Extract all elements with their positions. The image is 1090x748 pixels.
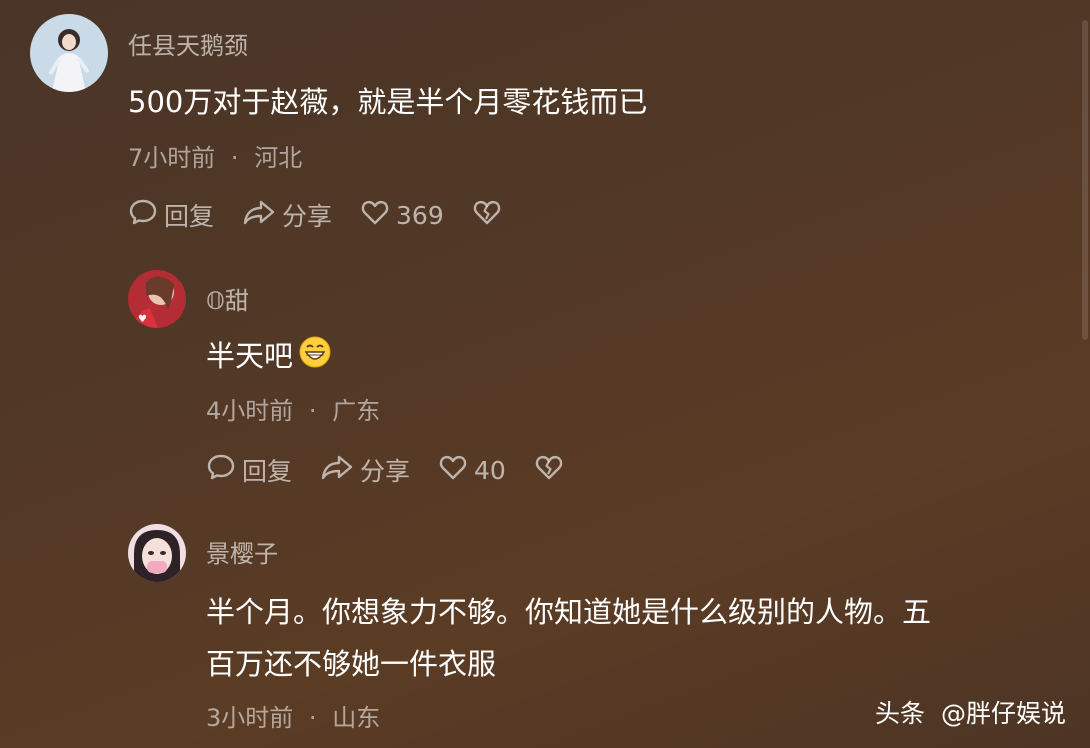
location: 山东 bbox=[332, 704, 381, 732]
comment-meta: 3小时前 · 山东 bbox=[206, 698, 380, 733]
reply-button[interactable]: 回复 bbox=[206, 452, 292, 488]
grinning-face-emoji bbox=[299, 332, 331, 384]
location: 河北 bbox=[254, 144, 303, 172]
svg-text:♥: ♥ bbox=[138, 314, 147, 325]
comment-text-content: 半天吧 bbox=[206, 339, 294, 373]
comment-meta: 7小时前 · 河北 bbox=[128, 138, 302, 173]
dislike-button[interactable] bbox=[534, 452, 570, 488]
watermark-account: @胖仔娱说 bbox=[940, 699, 1066, 728]
location: 广东 bbox=[332, 397, 381, 425]
avatar[interactable] bbox=[128, 524, 186, 582]
share-icon bbox=[320, 452, 360, 488]
reply-label: 回复 bbox=[164, 202, 215, 231]
share-label: 分享 bbox=[360, 457, 411, 486]
dislike-button[interactable] bbox=[472, 197, 508, 233]
action-bar: 回复 分享 40 bbox=[206, 452, 598, 488]
username[interactable]: 任县天鹅颈 bbox=[128, 26, 248, 61]
timestamp: 7小时前 bbox=[128, 144, 216, 172]
broken-heart-icon bbox=[534, 452, 570, 488]
timestamp: 4小时前 bbox=[206, 397, 294, 425]
comment-text: 半天吧 bbox=[206, 330, 331, 384]
avatar[interactable] bbox=[30, 14, 108, 92]
heart-icon bbox=[360, 197, 396, 233]
comment-text-line-1: 半个月。你想象力不够。你知道她是什么级别的人物。五 bbox=[206, 595, 932, 629]
avatar[interactable]: ♥ bbox=[128, 270, 186, 328]
separator: · bbox=[230, 144, 239, 172]
like-count: 40 bbox=[474, 455, 506, 485]
share-icon bbox=[242, 197, 282, 233]
separator: · bbox=[308, 704, 317, 732]
like-button[interactable]: 40 bbox=[438, 452, 506, 488]
like-count: 369 bbox=[396, 200, 444, 230]
action-bar: 回复 分享 369 bbox=[128, 197, 536, 233]
comment-icon bbox=[206, 452, 242, 488]
comment-text-line-2: 百万还不够她一件衣服 bbox=[206, 647, 497, 681]
username[interactable]: 景樱子 bbox=[206, 534, 278, 569]
share-button[interactable]: 分享 bbox=[320, 452, 410, 488]
heart-icon bbox=[438, 452, 474, 488]
broken-heart-icon bbox=[472, 197, 508, 233]
comment-icon bbox=[128, 197, 164, 233]
comment-text: 500万对于赵薇，就是半个月零花钱而已 bbox=[128, 85, 648, 119]
share-button[interactable]: 分享 bbox=[242, 197, 332, 233]
timestamp: 3小时前 bbox=[206, 704, 294, 732]
watermark-platform: 头条 bbox=[875, 699, 926, 728]
scrollbar[interactable] bbox=[1082, 20, 1088, 340]
reply-label: 回复 bbox=[242, 457, 293, 486]
like-button[interactable]: 369 bbox=[360, 197, 444, 233]
reply-button[interactable]: 回复 bbox=[128, 197, 214, 233]
share-label: 分享 bbox=[282, 202, 333, 231]
comment-meta: 4小时前 · 广东 bbox=[206, 391, 380, 426]
separator: · bbox=[308, 397, 317, 425]
watermark: 头条 @胖仔娱说 bbox=[875, 694, 1066, 730]
username[interactable]: 𝕆甜 bbox=[206, 281, 249, 316]
